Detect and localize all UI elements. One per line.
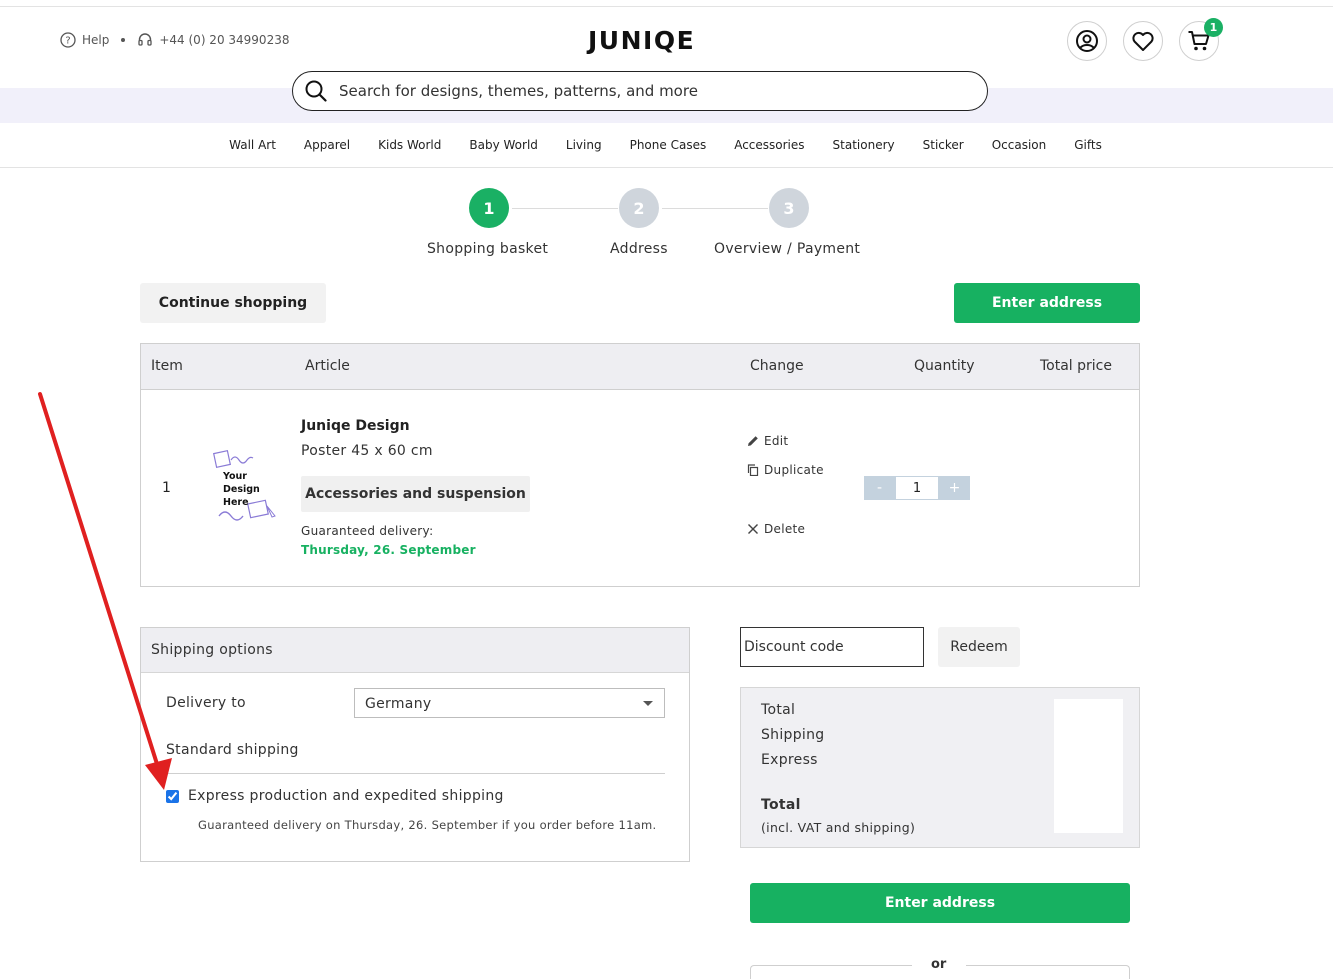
column-header-quantity: Quantity [914,358,975,374]
account-button[interactable] [1067,21,1107,61]
separator-dot [121,38,126,42]
alt-checkout-box-right [966,965,1130,979]
country-select-value: Germany [365,696,432,712]
shipping-options-title: Shipping options [141,628,689,673]
shipping-options-panel: Shipping options Delivery to Germany Sta… [140,627,690,862]
enter-address-button-top[interactable]: Enter address [954,283,1140,323]
quantity-plus-button[interactable]: + [939,476,970,500]
pencil-icon [748,436,758,446]
redeem-button[interactable]: Redeem [938,627,1020,667]
accessories-button[interactable]: Accessories and suspension [301,476,530,512]
delete-label: Delete [764,522,806,536]
logo[interactable]: JUNIQE [588,26,695,55]
country-select[interactable]: Germany [354,688,665,718]
nav-item-sticker[interactable]: Sticker [923,138,964,152]
step-connector [512,208,618,209]
duplicate-label: Duplicate [764,463,824,477]
search-icon[interactable] [305,80,327,102]
express-shipping-option[interactable]: Express production and expedited shippin… [166,788,504,804]
or-separator: or [931,957,947,972]
nav-item-occasion[interactable]: Occasion [992,138,1047,152]
search-bar[interactable] [292,71,988,111]
nav-item-wall-art[interactable]: Wall Art [229,138,276,152]
nav-item-gifts[interactable]: Gifts [1074,138,1102,152]
table-row: 1 Your Design Here Juniqe Design Poster … [141,390,1139,587]
wishlist-button[interactable] [1123,21,1163,61]
step-3-circle: 3 [769,188,809,228]
column-header-item: Item [151,358,183,374]
nav-item-living[interactable]: Living [566,138,602,152]
svg-text:?: ? [65,36,70,47]
help-bar: ? Help +44 (0) 20 34990238 [60,32,289,48]
quantity-minus-button[interactable]: - [864,476,895,500]
shipping-label: Shipping [761,727,825,743]
continue-shopping-button[interactable]: Continue shopping [140,283,326,323]
express-shipping-note: Guaranteed delivery on Thursday, 26. Sep… [198,818,657,832]
enter-address-button-bottom[interactable]: Enter address [750,883,1130,923]
total-label: Total [761,702,796,718]
nav-item-apparel[interactable]: Apparel [304,138,350,152]
shipping-divider [166,773,665,774]
headset-icon [137,32,153,48]
edit-link[interactable]: Edit [747,434,788,448]
duplicate-link[interactable]: Duplicate [747,463,824,477]
close-icon [748,524,758,534]
express-shipping-checkbox[interactable] [166,789,179,803]
product-thumbnail[interactable]: Your Design Here [209,446,281,530]
account-icon [1076,30,1098,52]
totals-values-area [1054,699,1123,833]
nav-item-stationery[interactable]: Stationery [833,138,895,152]
heart-icon [1132,31,1154,51]
edit-label: Edit [764,434,789,448]
delivery-date: Thursday, 26. September [301,543,476,557]
article-size: Poster 45 x 60 cm [301,443,433,459]
step-1-circle: 1 [469,188,509,228]
quantity-value[interactable]: 1 [895,476,939,500]
nav-item-baby-world[interactable]: Baby World [469,138,538,152]
article-title[interactable]: Juniqe Design [301,418,410,434]
help-icon[interactable]: ? [60,32,76,48]
thumbnail-caption: Your Design Here [223,471,260,508]
cart-table: Item Article Change Quantity Total price… [140,343,1140,587]
step-3-label: Overview / Payment [714,241,861,257]
copy-icon [747,464,759,476]
column-header-article: Article [305,358,350,374]
grand-total-note: (incl. VAT and shipping) [761,820,916,835]
chevron-down-icon [643,701,653,706]
delivery-label: Guaranteed delivery: [301,524,434,538]
grand-total-label: Total [761,797,801,813]
cart-count-badge: 1 [1204,18,1223,37]
step-2-circle: 2 [619,188,659,228]
row-number: 1 [162,480,171,496]
express-shipping-label: Express production and expedited shippin… [188,788,504,804]
delivery-to-label: Delivery to [166,695,246,711]
help-link[interactable]: Help [82,33,109,47]
step-2-label: Address [610,241,668,257]
standard-shipping-option[interactable]: Standard shipping [166,742,299,758]
step-connector [662,208,768,209]
alt-checkout-box-left [750,965,912,979]
quantity-stepper: - 1 + [864,476,970,500]
search-input[interactable] [339,82,959,100]
discount-code-input[interactable] [740,627,924,667]
nav-item-accessories[interactable]: Accessories [734,138,804,152]
column-header-change: Change [750,358,804,374]
express-label: Express [761,752,818,768]
order-totals-panel: Total Shipping Express Total (incl. VAT … [740,687,1140,848]
column-header-total-price: Total price [1040,358,1112,374]
nav-item-phone-cases[interactable]: Phone Cases [630,138,707,152]
cart-table-header: Item Article Change Quantity Total price [141,344,1139,390]
phone-number[interactable]: +44 (0) 20 34990238 [159,33,289,47]
category-nav: Wall Art Apparel Kids World Baby World L… [0,123,1333,168]
delete-link[interactable]: Delete [747,522,805,536]
top-divider [0,6,1333,7]
nav-item-kids-world[interactable]: Kids World [378,138,441,152]
step-1-label: Shopping basket [427,241,549,257]
